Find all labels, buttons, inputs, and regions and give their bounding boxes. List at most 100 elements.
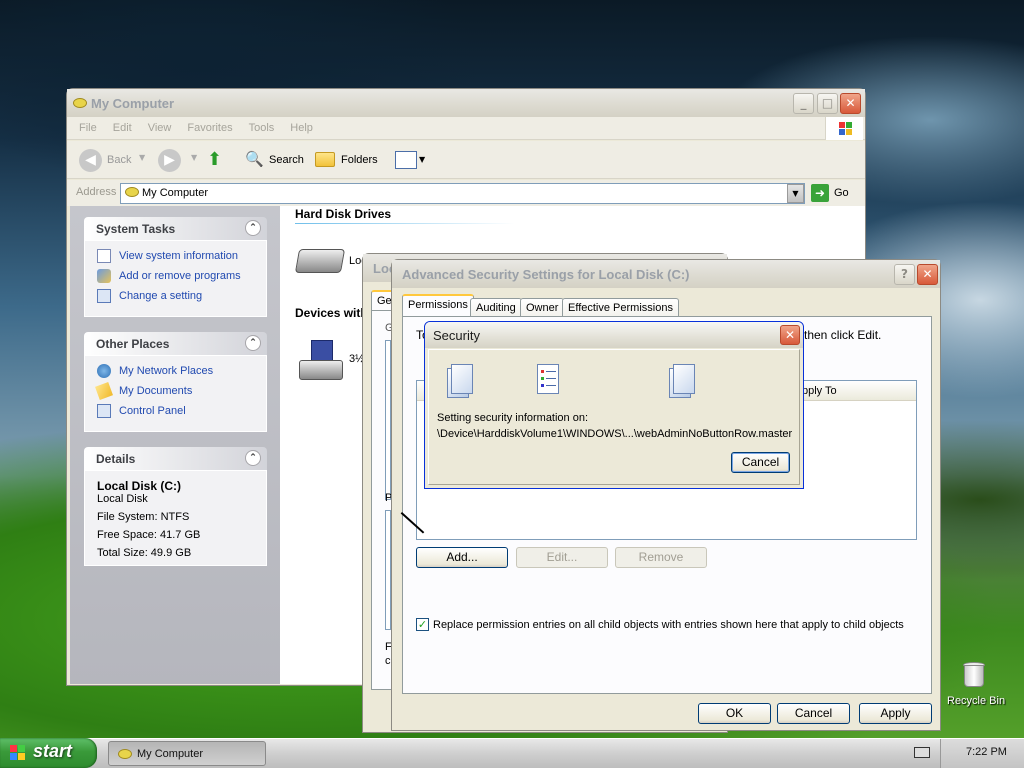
security-progress-dialog: Security ✕ Setting security information … xyxy=(424,321,804,489)
control-panel-icon xyxy=(97,404,111,418)
hard-disk-drives-heading: Hard Disk Drives xyxy=(295,207,392,221)
folders-button-label[interactable]: Folders xyxy=(341,154,378,166)
tab-auditing[interactable]: Auditing xyxy=(470,298,522,318)
go-arrow-icon[interactable]: ➜ xyxy=(811,184,829,202)
security-target-path: \Device\HarddiskVolume1\WINDOWS\...\webA… xyxy=(437,428,793,440)
menu-edit[interactable]: Edit xyxy=(113,122,132,134)
collapse-chevron-icon[interactable]: ⌃ xyxy=(245,450,261,466)
change-setting-link[interactable]: Change a setting xyxy=(119,290,202,302)
close-button[interactable]: ✕ xyxy=(780,325,800,345)
details-free-space: Free Space: 41.7 GB xyxy=(97,529,201,541)
clock[interactable]: 7:22 PM xyxy=(966,746,1007,758)
search-button-label[interactable]: Search xyxy=(269,154,304,166)
details-header[interactable]: Details ⌃ xyxy=(84,447,267,470)
add-remove-programs-link[interactable]: Add or remove programs xyxy=(119,270,241,282)
apply-to-column-label: pply To xyxy=(802,385,837,397)
address-dropdown-button[interactable]: ▼ xyxy=(787,184,804,203)
start-button[interactable]: start xyxy=(0,738,97,768)
cancel-button[interactable]: Cancel xyxy=(777,703,850,724)
tab-owner[interactable]: Owner xyxy=(520,298,565,318)
details-drive-name: Local Disk (C:) xyxy=(97,479,182,493)
address-value: My Computer xyxy=(142,187,209,199)
address-input[interactable] xyxy=(120,183,805,204)
minimize-button[interactable]: _ xyxy=(793,93,814,114)
other-places-header[interactable]: Other Places ⌃ xyxy=(84,332,267,355)
cancel-button[interactable]: Cancel xyxy=(731,452,790,473)
menu-tools[interactable]: Tools xyxy=(249,122,275,134)
setting-security-text: Setting security information on: xyxy=(437,412,589,424)
my-computer-title: My Computer xyxy=(91,95,175,111)
close-button[interactable]: ✕ xyxy=(917,264,938,285)
windows-logo-icon xyxy=(825,117,863,140)
search-icon[interactable]: 🔍 xyxy=(245,149,265,169)
details-total-size: Total Size: 49.9 GB xyxy=(97,547,192,559)
up-folder-icon[interactable]: ⬆ xyxy=(207,149,229,171)
details-file-system: File System: NTFS xyxy=(97,511,190,523)
forward-dropdown-icon[interactable]: ▼ xyxy=(191,153,197,162)
standard-toolbar xyxy=(67,141,865,179)
menu-help[interactable]: Help xyxy=(290,122,313,134)
address-label: Address xyxy=(76,186,117,198)
view-system-info-link[interactable]: View system information xyxy=(119,250,238,262)
system-tasks-title: System Tasks xyxy=(96,222,176,236)
tab-owner-label: Owner xyxy=(526,302,559,314)
security-dialog-titlebar[interactable]: Security xyxy=(425,322,803,348)
security-dialog-title: Security xyxy=(433,327,480,343)
collapse-chevron-icon[interactable]: ⌃ xyxy=(245,335,261,351)
system-info-icon xyxy=(97,249,111,263)
control-panel-link[interactable]: Control Panel xyxy=(119,405,186,417)
tab-effective-permissions[interactable]: Effective Permissions xyxy=(562,298,679,318)
tab-permissions-label: Permissions xyxy=(408,299,468,311)
windows-flag-icon xyxy=(10,745,26,761)
views-icon[interactable] xyxy=(395,151,417,169)
change-setting-icon xyxy=(97,289,111,303)
my-computer-titlebar[interactable]: My Computer xyxy=(67,89,865,117)
system-tasks-header[interactable]: System Tasks ⌃ xyxy=(84,217,267,240)
edit-button[interactable]: Edit... xyxy=(516,547,608,568)
my-computer-title-icon xyxy=(73,98,87,108)
tab-general-label: Ge xyxy=(377,295,392,307)
apply-button[interactable]: Apply xyxy=(859,703,932,724)
tab-effective-permissions-label: Effective Permissions xyxy=(568,302,673,314)
ok-button[interactable]: OK xyxy=(698,703,771,724)
views-dropdown-icon[interactable]: ▼ xyxy=(419,155,425,164)
collapse-chevron-icon[interactable]: ⌃ xyxy=(245,220,261,236)
source-document-icon xyxy=(447,364,475,398)
menu-favorites[interactable]: Favorites xyxy=(187,122,232,134)
folders-icon[interactable] xyxy=(315,152,335,167)
menu-items: File Edit View Favorites Tools Help xyxy=(71,117,321,139)
section-divider xyxy=(295,223,515,224)
tab-permissions[interactable]: Permissions xyxy=(402,294,474,316)
removable-storage-heading: Devices with xyxy=(295,306,368,320)
taskbar-item-my-computer[interactable]: My Computer xyxy=(108,741,266,766)
recycle-bin-icon[interactable] xyxy=(960,660,988,690)
my-documents-link[interactable]: My Documents xyxy=(119,385,192,397)
advanced-security-titlebar[interactable]: Advanced Security Settings for Local Dis… xyxy=(392,260,940,288)
replace-permissions-checkbox[interactable]: ✓ xyxy=(416,618,429,631)
my-network-places-link[interactable]: My Network Places xyxy=(119,365,213,377)
recycle-bin-label[interactable]: Recycle Bin xyxy=(947,695,1005,707)
maximize-button[interactable]: □ xyxy=(817,93,838,114)
start-label: start xyxy=(33,741,73,761)
close-button[interactable]: ✕ xyxy=(840,93,861,114)
remove-button[interactable]: Remove xyxy=(615,547,707,568)
details-drive-type: Local Disk xyxy=(97,493,148,505)
back-dropdown-icon[interactable]: ▼ xyxy=(139,153,145,162)
target-document-icon xyxy=(669,364,697,398)
checklist-icon xyxy=(537,364,559,394)
tab-auditing-label: Auditing xyxy=(476,302,516,314)
add-button[interactable]: Add... xyxy=(416,547,508,568)
go-button-label[interactable]: Go xyxy=(834,187,849,199)
advanced-security-title: Advanced Security Settings for Local Dis… xyxy=(402,266,690,282)
help-button[interactable]: ? xyxy=(894,264,915,285)
other-places-title: Other Places xyxy=(96,337,170,351)
menu-view[interactable]: View xyxy=(148,122,172,134)
keyboard-tray-icon[interactable] xyxy=(914,747,930,758)
replace-permissions-label[interactable]: Replace permission entries on all child … xyxy=(433,619,904,631)
floppy-drive-icon[interactable] xyxy=(299,340,343,382)
back-button-label[interactable]: Back xyxy=(107,154,131,166)
forward-arrow-icon[interactable]: ▶ xyxy=(158,149,181,172)
menu-file[interactable]: File xyxy=(79,122,97,134)
hard-disk-icon[interactable] xyxy=(294,249,346,273)
back-arrow-icon[interactable]: ◀ xyxy=(79,149,102,172)
